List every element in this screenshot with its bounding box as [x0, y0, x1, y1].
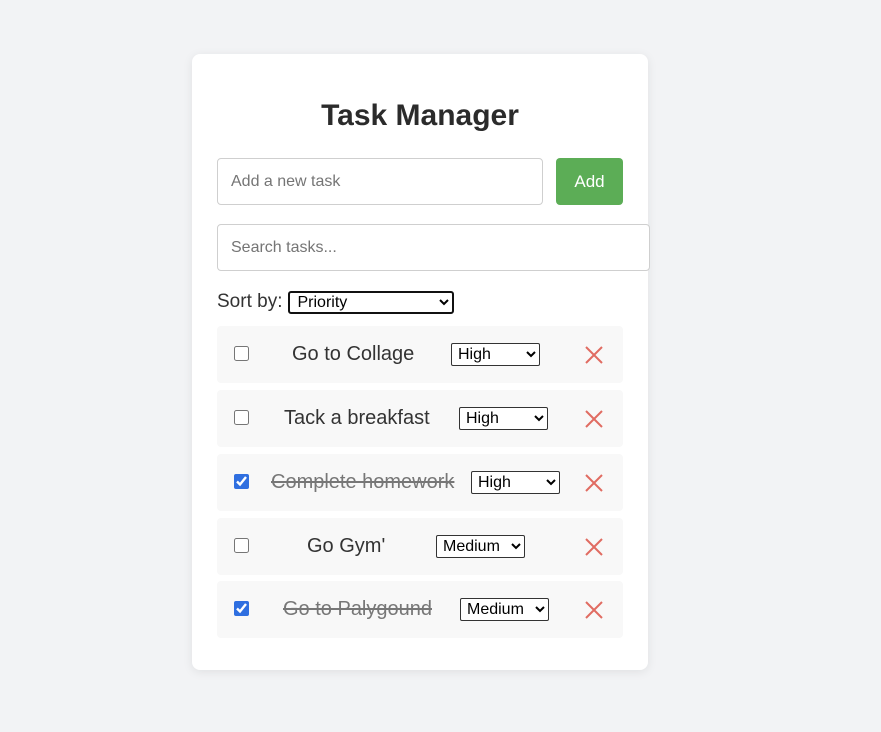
- task-item: Tack a breakfast High: [217, 390, 623, 447]
- task-manager-card: Task Manager Add Sort by: Priority Go to…: [192, 54, 650, 670]
- sort-label: Sort by:: [217, 291, 283, 312]
- task-complete-checkbox[interactable]: [234, 474, 249, 489]
- task-complete-checkbox[interactable]: [234, 410, 249, 425]
- task-complete-checkbox[interactable]: [234, 538, 249, 553]
- task-name: Tack a breakfast: [284, 407, 430, 429]
- task-complete-checkbox[interactable]: [234, 601, 249, 616]
- close-icon[interactable]: [585, 474, 603, 492]
- new-task-input[interactable]: [217, 158, 543, 205]
- search-input[interactable]: [217, 224, 650, 271]
- task-item: Go to Collage High: [217, 326, 623, 383]
- task-item: Go Gym' Medium: [217, 518, 623, 575]
- sort-row: Sort by: Priority: [217, 290, 455, 314]
- priority-select[interactable]: Medium: [436, 535, 525, 558]
- priority-select[interactable]: High: [459, 407, 548, 430]
- priority-select[interactable]: High: [451, 343, 540, 366]
- sort-select[interactable]: Priority: [288, 290, 455, 314]
- task-complete-checkbox[interactable]: [234, 346, 249, 361]
- close-icon[interactable]: [585, 410, 603, 428]
- task-name: Go to Palygound: [283, 598, 432, 620]
- page-title: Task Manager: [321, 99, 519, 132]
- close-icon[interactable]: [585, 346, 603, 364]
- task-name: Go to Collage: [292, 343, 415, 365]
- priority-select[interactable]: Medium: [460, 598, 549, 621]
- task-item: Complete homework High: [217, 454, 623, 511]
- task-name: Go Gym': [307, 535, 386, 557]
- add-task-button[interactable]: Add: [556, 158, 623, 205]
- priority-select[interactable]: High: [471, 471, 560, 494]
- task-name: Complete homework: [271, 471, 455, 493]
- close-icon[interactable]: [585, 538, 603, 556]
- task-item: Go to Palygound Medium: [217, 581, 623, 638]
- close-icon[interactable]: [585, 601, 603, 619]
